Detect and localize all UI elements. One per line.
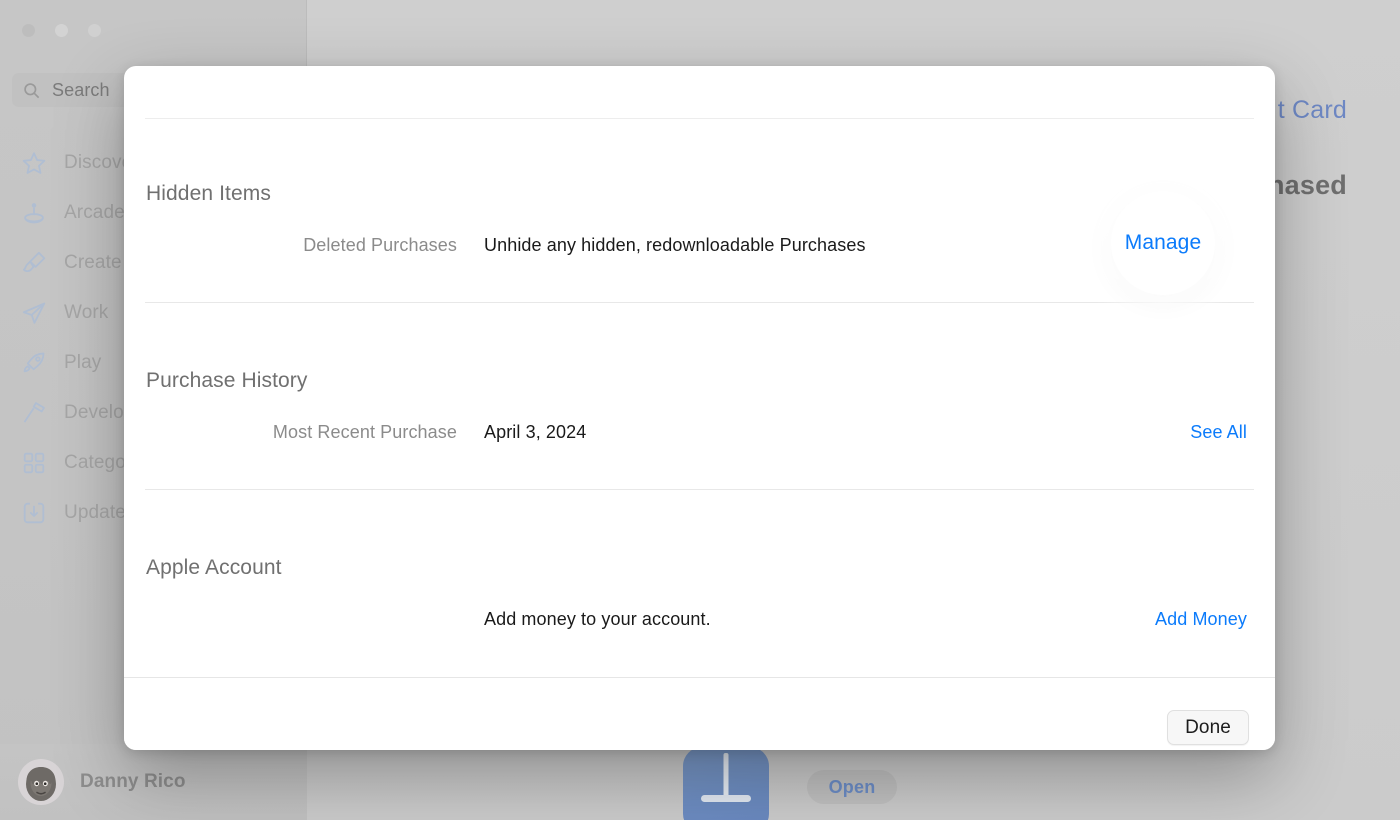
account-name: Danny Rico xyxy=(80,771,186,792)
sheet-top-divider xyxy=(145,118,1254,119)
grid-icon xyxy=(23,452,45,474)
download-arrow-icon xyxy=(23,502,45,524)
row-value: April 3, 2024 xyxy=(484,421,587,442)
row-add-money: Add money to your account. Add Money xyxy=(124,604,1275,634)
account-row[interactable]: Danny Rico xyxy=(0,744,307,820)
section-title: Hidden Items xyxy=(146,182,271,205)
row-label: Deleted Purchases xyxy=(303,234,457,255)
add-money-link[interactable]: Add Money xyxy=(1155,609,1275,630)
hammer-icon xyxy=(23,402,45,423)
sheet-footer: Done xyxy=(124,678,1275,750)
app-icon-glyph-base xyxy=(701,795,751,802)
app-icon-glyph-stem xyxy=(723,753,729,797)
paper-plane-icon xyxy=(22,302,46,324)
search-placeholder-text: Search xyxy=(52,79,110,100)
redeem-gift-card-link[interactable]: t Card xyxy=(1278,96,1347,125)
section-title: Purchase History xyxy=(146,369,308,392)
section-title: Apple Account xyxy=(146,556,282,579)
sidebar-item-label: Create xyxy=(64,252,122,273)
row-value: Add money to your account. xyxy=(484,608,711,629)
joystick-icon xyxy=(24,203,44,224)
sidebar-item-label: Work xyxy=(64,302,109,323)
star-icon xyxy=(22,152,46,174)
row-most-recent-purchase: Most Recent Purchase April 3, 2024 See A… xyxy=(124,417,1275,447)
window-controls xyxy=(22,24,101,37)
open-button[interactable]: Open xyxy=(807,770,897,804)
row-value: Unhide any hidden, redownloadable Purcha… xyxy=(484,234,866,255)
row-deleted-purchases: Deleted Purchases Unhide any hidden, red… xyxy=(124,230,1275,260)
purchased-heading: hased xyxy=(1267,170,1347,200)
account-settings-sheet: Hidden Items Deleted Purchases Unhide an… xyxy=(124,66,1275,750)
done-button[interactable]: Done xyxy=(1167,710,1249,745)
row-label: Most Recent Purchase xyxy=(272,421,457,442)
paintbrush-icon xyxy=(23,251,46,273)
close-button[interactable] xyxy=(22,24,35,37)
app-icon[interactable] xyxy=(683,747,769,820)
see-all-link[interactable]: See All xyxy=(1190,422,1275,443)
memoji-avatar-icon xyxy=(26,767,56,801)
manage-link[interactable]: Manage xyxy=(1125,231,1202,255)
minimize-button[interactable] xyxy=(55,24,68,37)
sidebar-item-label: Arcade xyxy=(64,202,125,223)
sidebar-item-label: Play xyxy=(64,352,102,373)
section-divider xyxy=(145,302,1254,303)
search-icon xyxy=(24,82,40,98)
maximize-button[interactable] xyxy=(88,24,101,37)
manage-link-spotlight[interactable]: Manage xyxy=(1111,191,1215,295)
section-divider xyxy=(145,489,1254,490)
avatar xyxy=(18,759,64,805)
rocket-icon xyxy=(23,352,45,373)
